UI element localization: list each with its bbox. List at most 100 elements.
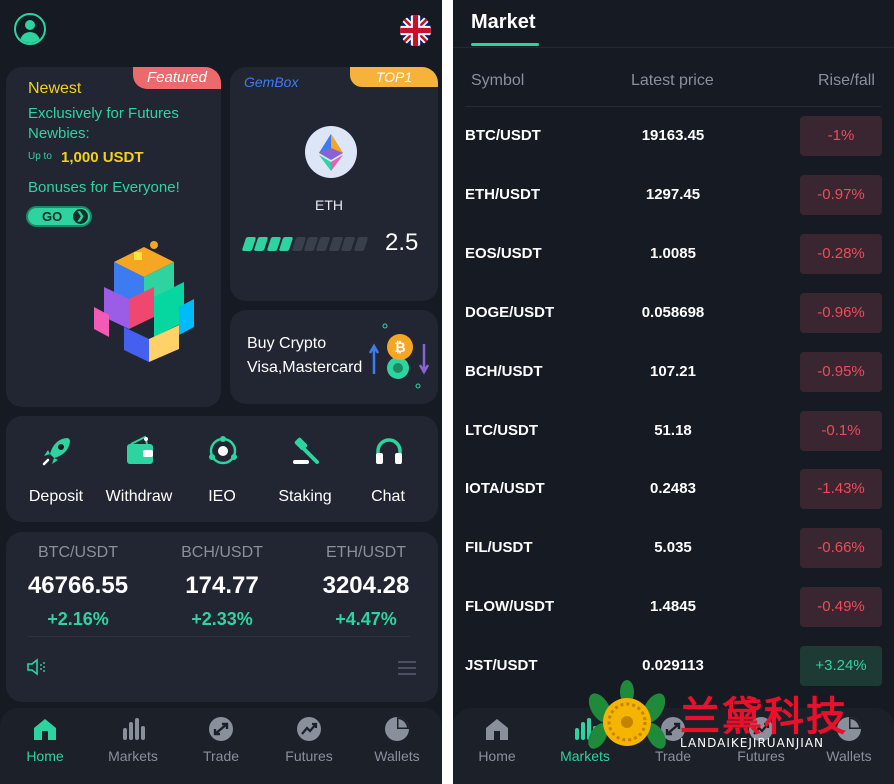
tab-label: Wallets [374,748,420,764]
column-header-price: Latest price [631,72,714,89]
market-row[interactable]: DOGE/USDT 0.058698 -0.96% [453,284,894,342]
market-row[interactable]: BCH/USDT 107.21 -0.95% [453,343,894,401]
ieo-label: IEO [208,488,236,505]
market-row-change-badge[interactable]: -1% [800,116,882,156]
market-screen: Market Symbol Latest price Rise/fall BTC… [453,0,894,784]
futures-promo-card[interactable]: Featured Newest Exclusively for Futures … [6,67,221,407]
market-row-change-badge[interactable]: -0.66% [800,528,882,569]
trade-icon [208,716,234,742]
tab-futures[interactable]: Futures [265,708,353,784]
ticker-price: 174.77 [185,572,259,599]
top1-tag: TOP1 [350,67,438,87]
market-row-price: 51.18 [654,421,692,439]
market-row-symbol: DOGE/USDT [465,303,555,321]
watermark-logo-icon [584,678,670,764]
bottom-tab-bar: Home Markets Trade Futures Wallets [0,708,442,784]
featured-tag: Featured [133,67,221,89]
gembox-value: 2.5 [385,229,419,256]
ieo-button[interactable]: IEO [179,416,265,522]
page-title[interactable]: Market [471,11,535,34]
ticker-change: +2.33% [191,609,253,629]
gembox-level-bar [241,237,368,253]
user-avatar-icon[interactable] [14,13,46,45]
uk-flag-icon[interactable] [400,15,431,46]
ticker-panel: BTC/USDT 46766.55 +2.16% BCH/USDT 174.77… [6,532,438,702]
buy-crypto-title: Buy Crypto [247,335,327,352]
staking-button[interactable]: Staking [262,416,348,522]
trend-icon [296,716,322,742]
withdraw-button[interactable]: Withdraw [96,416,182,522]
market-row[interactable]: LTC/USDT 51.18 -0.1% [453,402,894,460]
wallet-icon [123,434,157,468]
speaker-icon[interactable] [26,658,48,676]
market-row-price: 5.035 [654,539,692,557]
gembox-label: GemBox [244,74,299,90]
top-bar [0,0,442,60]
tab-home[interactable]: Home [1,708,89,784]
market-row-price: 1.0085 [650,244,696,262]
ticker-change: +4.47% [335,609,397,629]
headphones-icon [372,434,406,468]
ticker-price: 3204.28 [322,572,410,599]
header-divider [453,47,894,48]
orbit-icon [206,434,240,468]
market-row-change-badge[interactable]: -0.95% [800,351,882,392]
column-header-change: Rise/fall [818,72,875,89]
market-row-symbol: FLOW/USDT [465,598,555,616]
svg-text:₿: ₿ [394,340,405,356]
market-row-price: 1.4845 [650,598,696,616]
market-row-change-badge[interactable]: -0.28% [800,233,882,274]
market-row[interactable]: BTC/USDT 19163.45 -1% [453,107,894,165]
tab-label: Home [26,748,64,764]
ticker-pair: BTC/USDT [38,544,118,561]
deposit-button[interactable]: Deposit [13,416,99,522]
column-header-symbol: Symbol [471,72,525,89]
market-row-symbol: FIL/USDT [465,539,533,557]
tab-trade[interactable]: Trade [177,708,265,784]
market-row-change-badge[interactable]: -0.97% [800,174,882,215]
home-icon [32,716,58,742]
market-row-symbol: ETH/USDT [465,185,540,203]
gembox-coin-name: ETH [315,197,343,213]
crypto-exchange-icon: ₿ [368,322,434,392]
gembox-card[interactable]: GemBox TOP1 ETH 2.5 [230,67,438,301]
go-button[interactable]: GO ❯ [26,206,92,227]
promo-amount: 1,000 USDT [61,149,144,166]
tab-label: Trade [202,748,240,764]
market-row-price: 107.21 [650,362,696,380]
market-row-change-badge[interactable]: -0.1% [800,410,882,451]
go-button-label: GO [42,209,63,224]
market-row-change-badge[interactable]: -0.96% [800,292,882,333]
market-row-price: 1297.45 [645,185,701,203]
quick-actions-panel: Deposit Withdraw IEO Staking Chat [6,416,438,522]
market-row-price: 0.058698 [641,303,705,321]
isometric-blocks-illustration [84,237,204,367]
market-row[interactable]: ETH/USDT 1297.45 -0.97% [453,166,894,224]
market-row-symbol: BCH/USDT [465,362,543,380]
market-row[interactable]: FIL/USDT 5.035 -0.66% [453,519,894,577]
market-row-symbol: BTC/USDT [465,127,541,144]
chat-label: Chat [371,488,405,505]
tab-markets[interactable]: Markets [89,708,177,784]
ticker-pair: BCH/USDT [181,544,263,561]
menu-list-icon[interactable] [398,661,416,675]
promo-line-2: Newbies: [28,125,90,142]
buy-crypto-card[interactable]: Buy Crypto Visa,Mastercard ₿ [230,310,438,404]
gembox-level-segment [353,237,368,251]
gavel-icon [289,434,323,468]
bar-chart-icon [120,716,146,742]
chat-button[interactable]: Chat [345,416,431,522]
withdraw-label: Withdraw [105,488,173,505]
watermark-en: LANDAIKEJIRUANJIAN [680,736,825,750]
tab-wallets[interactable]: Wallets [353,708,441,784]
ticker-price: 46766.55 [27,572,129,599]
market-row-change-badge[interactable]: -1.43% [800,469,882,510]
market-row[interactable]: FLOW/USDT 1.4845 -0.49% [453,578,894,636]
home-screen: Featured Newest Exclusively for Futures … [0,0,442,784]
market-row[interactable]: IOTA/USDT 0.2483 -1.43% [453,460,894,518]
promo-line-1: Exclusively for Futures [28,105,179,122]
market-row[interactable]: EOS/USDT 1.0085 -0.28% [453,225,894,283]
market-row-change-badge[interactable]: -0.49% [800,587,882,628]
tab-home[interactable]: Home [453,708,541,784]
pie-chart-icon [384,716,410,742]
